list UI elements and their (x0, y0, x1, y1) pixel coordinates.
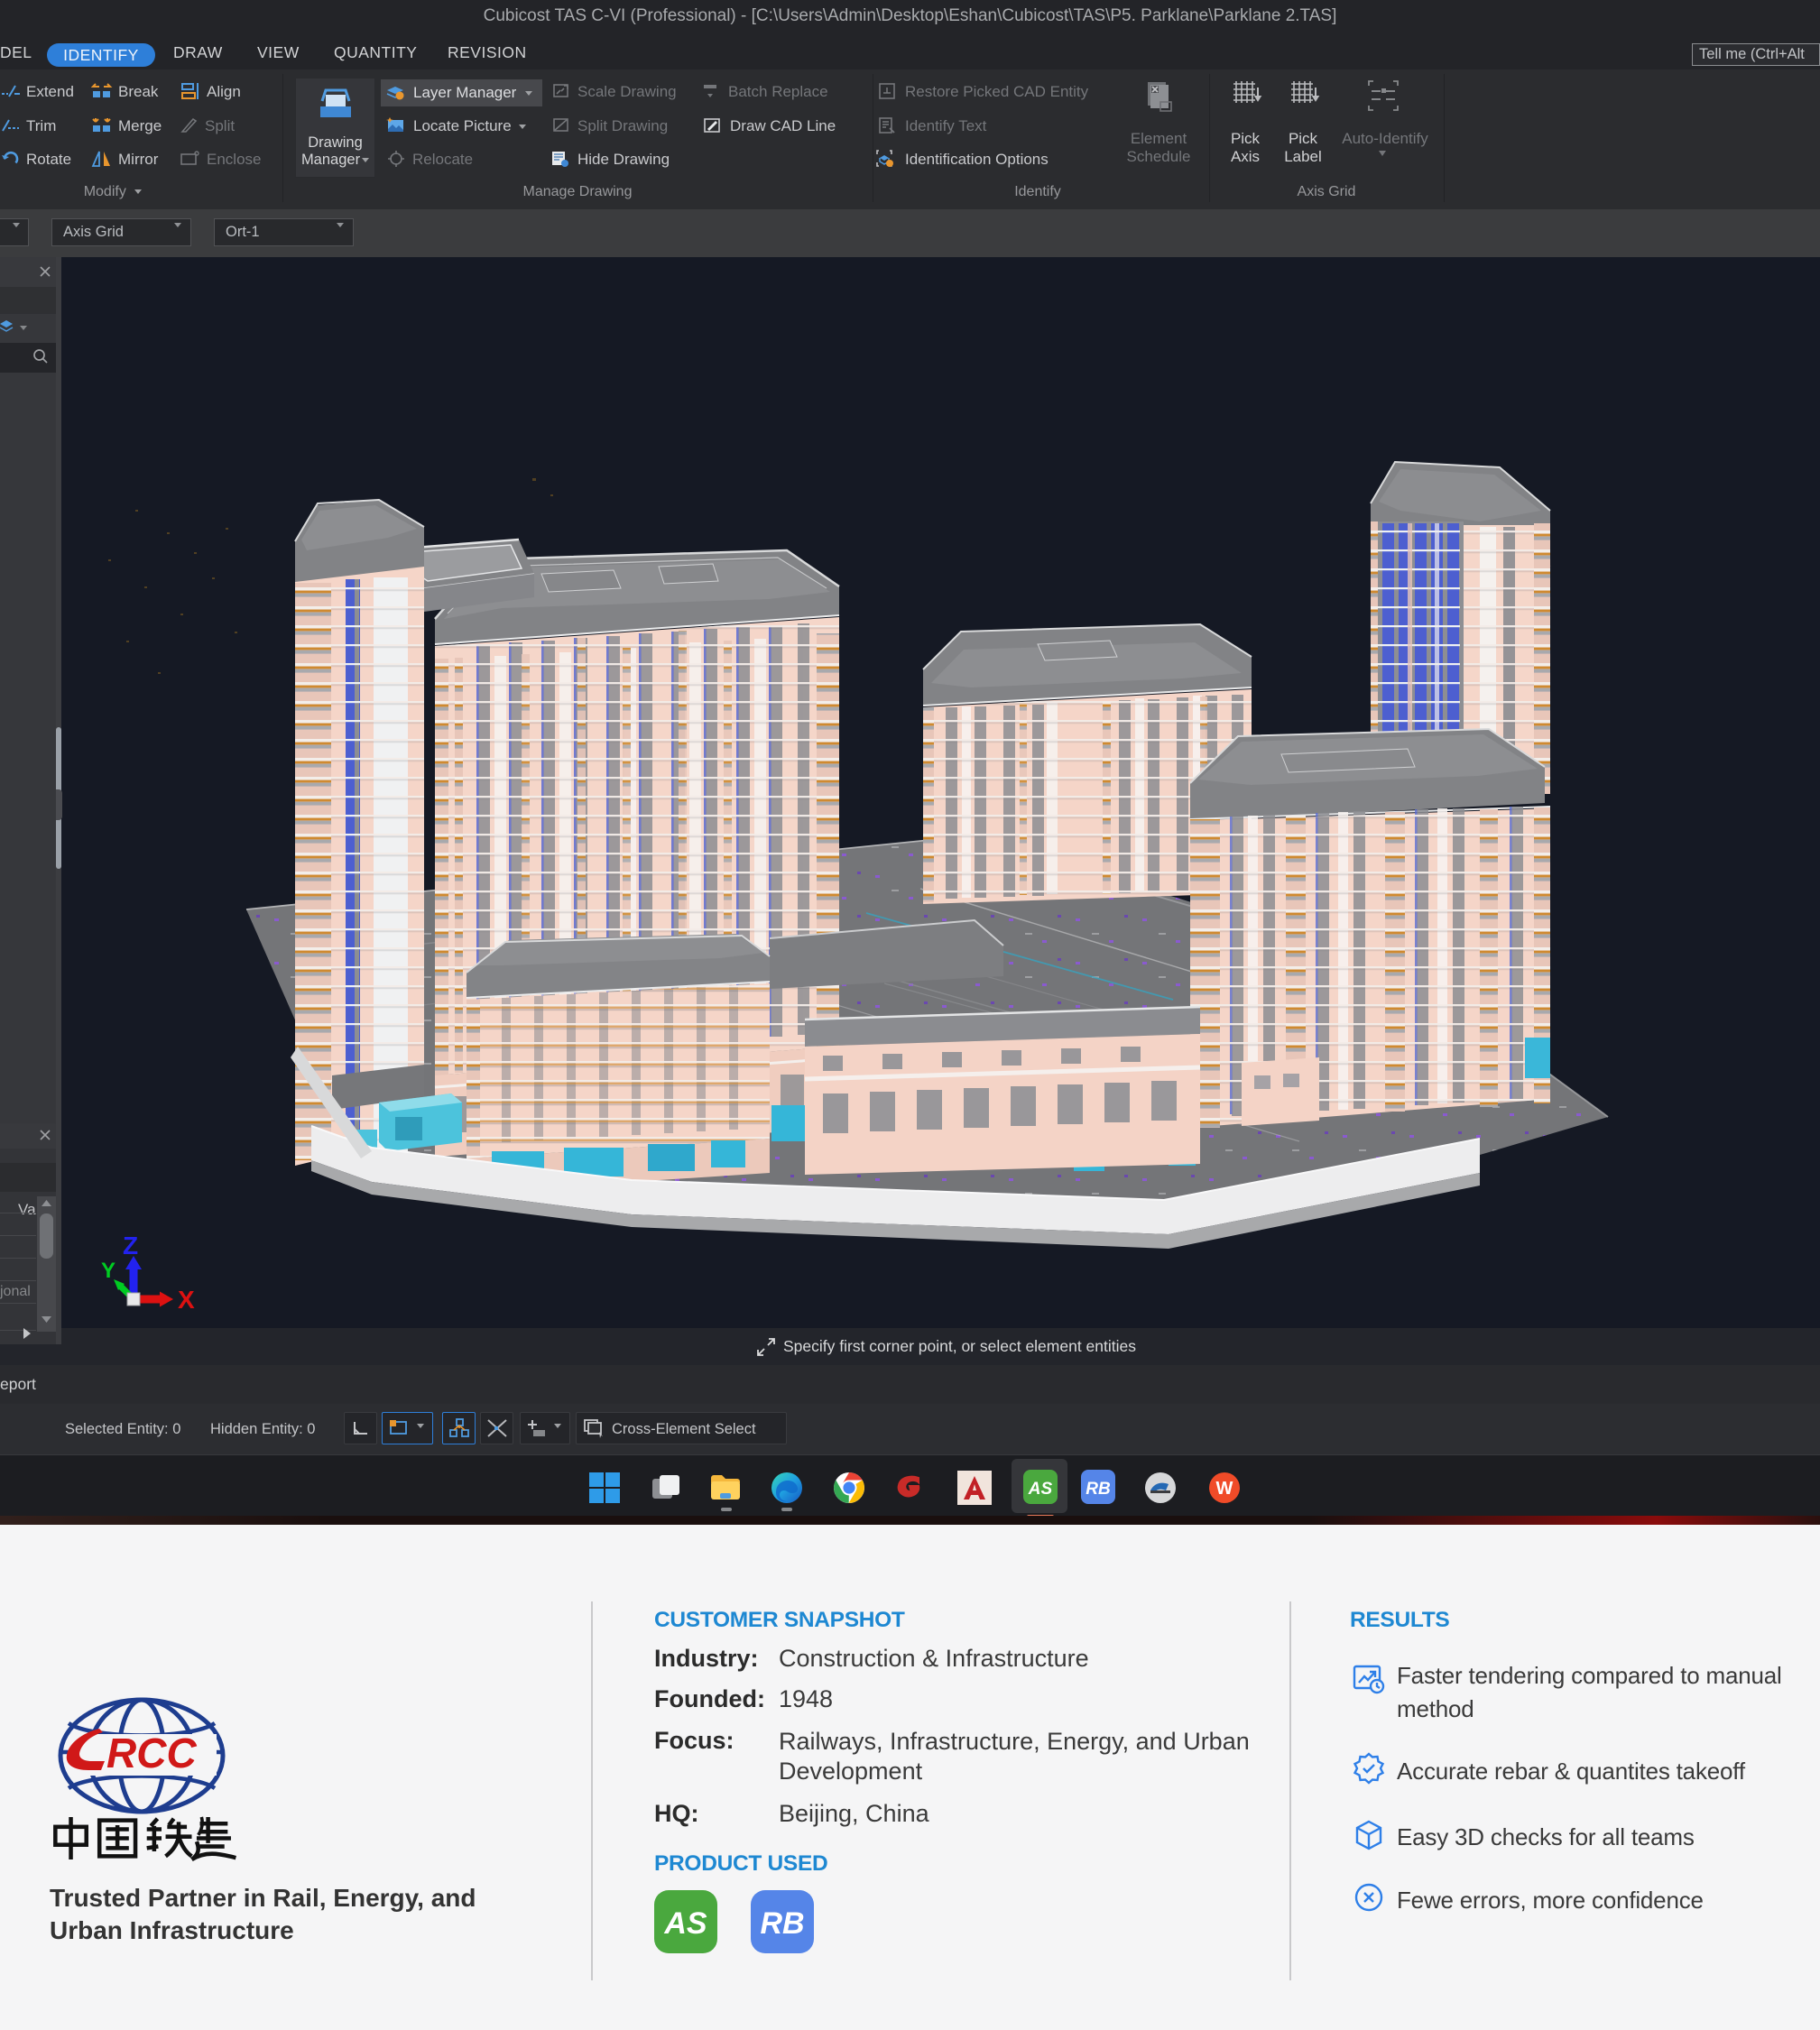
svg-text:RCC: RCC (106, 1730, 197, 1776)
svg-text:AS: AS (1028, 1480, 1053, 1499)
svg-text:Z: Z (123, 1232, 138, 1260)
svg-text:Y: Y (101, 1259, 115, 1283)
svg-text:RB: RB (1086, 1480, 1111, 1499)
svg-text:X: X (178, 1286, 195, 1314)
svg-text:AS: AS (663, 1906, 707, 1941)
svg-text:RB: RB (760, 1906, 804, 1941)
svg-text:W: W (1216, 1479, 1233, 1499)
